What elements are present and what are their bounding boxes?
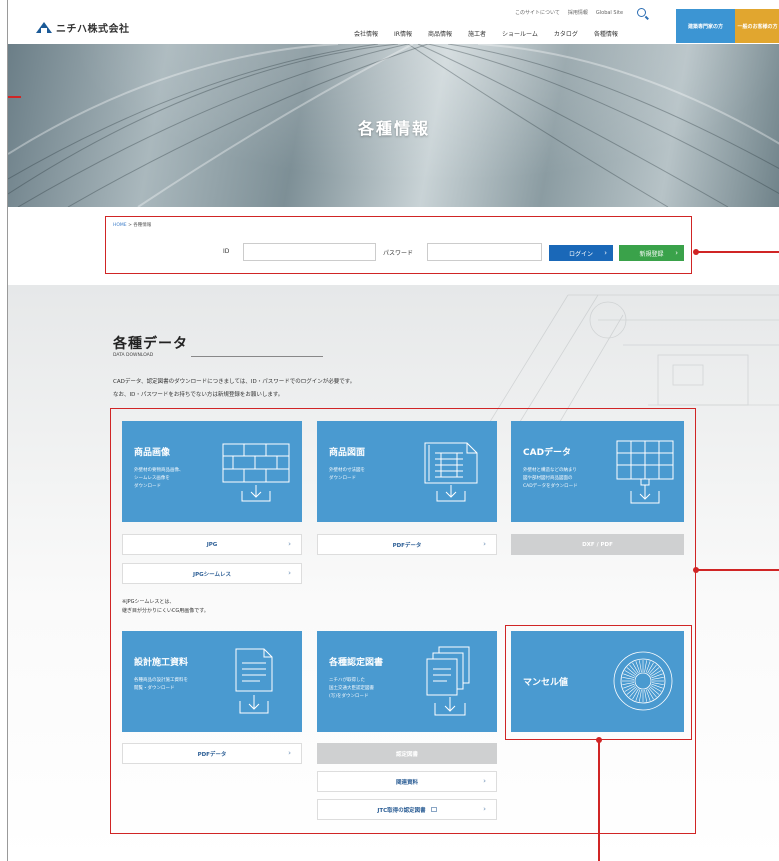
nav-showroom[interactable]: ショールーム: [494, 29, 546, 38]
hero-banner: 各種情報: [8, 44, 779, 207]
site-header: ニチハ株式会社 このサイトについて 採用情報 Global Site 会社情報 …: [8, 0, 779, 44]
util-link-about[interactable]: このサイトについて: [515, 9, 560, 16]
nav-builders[interactable]: 施工者: [460, 29, 494, 38]
section-subtitle: DATA DOWNLOAD: [113, 353, 154, 358]
annotation-box-login: [105, 216, 692, 274]
nav-info[interactable]: 各種情報: [586, 29, 626, 38]
annotation-line-munsell: [598, 742, 600, 861]
annotation-line-login: [698, 251, 779, 253]
utility-links: このサイトについて 採用情報 Global Site: [515, 8, 647, 17]
main-nav: 会社情報 IR情報 商品情報 施工者 ショールーム カタログ 各種情報: [346, 29, 626, 38]
page-frame: ニチハ株式会社 このサイトについて 採用情報 Global Site 会社情報 …: [7, 0, 779, 861]
general-customer-button[interactable]: 一般のお客様の方: [735, 9, 779, 43]
section-description-1: CADデータ、認定図書のダウンロードにつきましては、ID・パスワードでのログイン…: [113, 379, 356, 385]
nav-products[interactable]: 商品情報: [420, 29, 460, 38]
logo-text: ニチハ株式会社: [56, 24, 130, 35]
company-logo[interactable]: ニチハ株式会社: [36, 20, 130, 35]
annotation-line-data: [698, 569, 779, 571]
util-link-global[interactable]: Global Site: [596, 10, 623, 16]
nav-company[interactable]: 会社情報: [346, 29, 386, 38]
logo-mark-icon: [36, 22, 52, 33]
nav-catalog[interactable]: カタログ: [546, 29, 586, 38]
annotation-box-data: [110, 408, 696, 834]
annotation-box-munsell: [505, 625, 692, 740]
section-title: 各種データ: [113, 336, 188, 352]
annotation-line-left: [8, 96, 21, 98]
section-divider: [191, 356, 323, 357]
search-icon[interactable]: [637, 8, 647, 17]
section-description-2: なお、ID・パスワードをお持ちでない方は新規登録をお願いします。: [113, 392, 284, 398]
nav-ir[interactable]: IR情報: [386, 29, 420, 38]
professional-button[interactable]: 建築専門家の方: [676, 9, 735, 43]
util-link-recruit[interactable]: 採用情報: [568, 9, 588, 16]
blueprint-illustration: [487, 294, 779, 425]
page-title: 各種情報: [357, 119, 430, 138]
